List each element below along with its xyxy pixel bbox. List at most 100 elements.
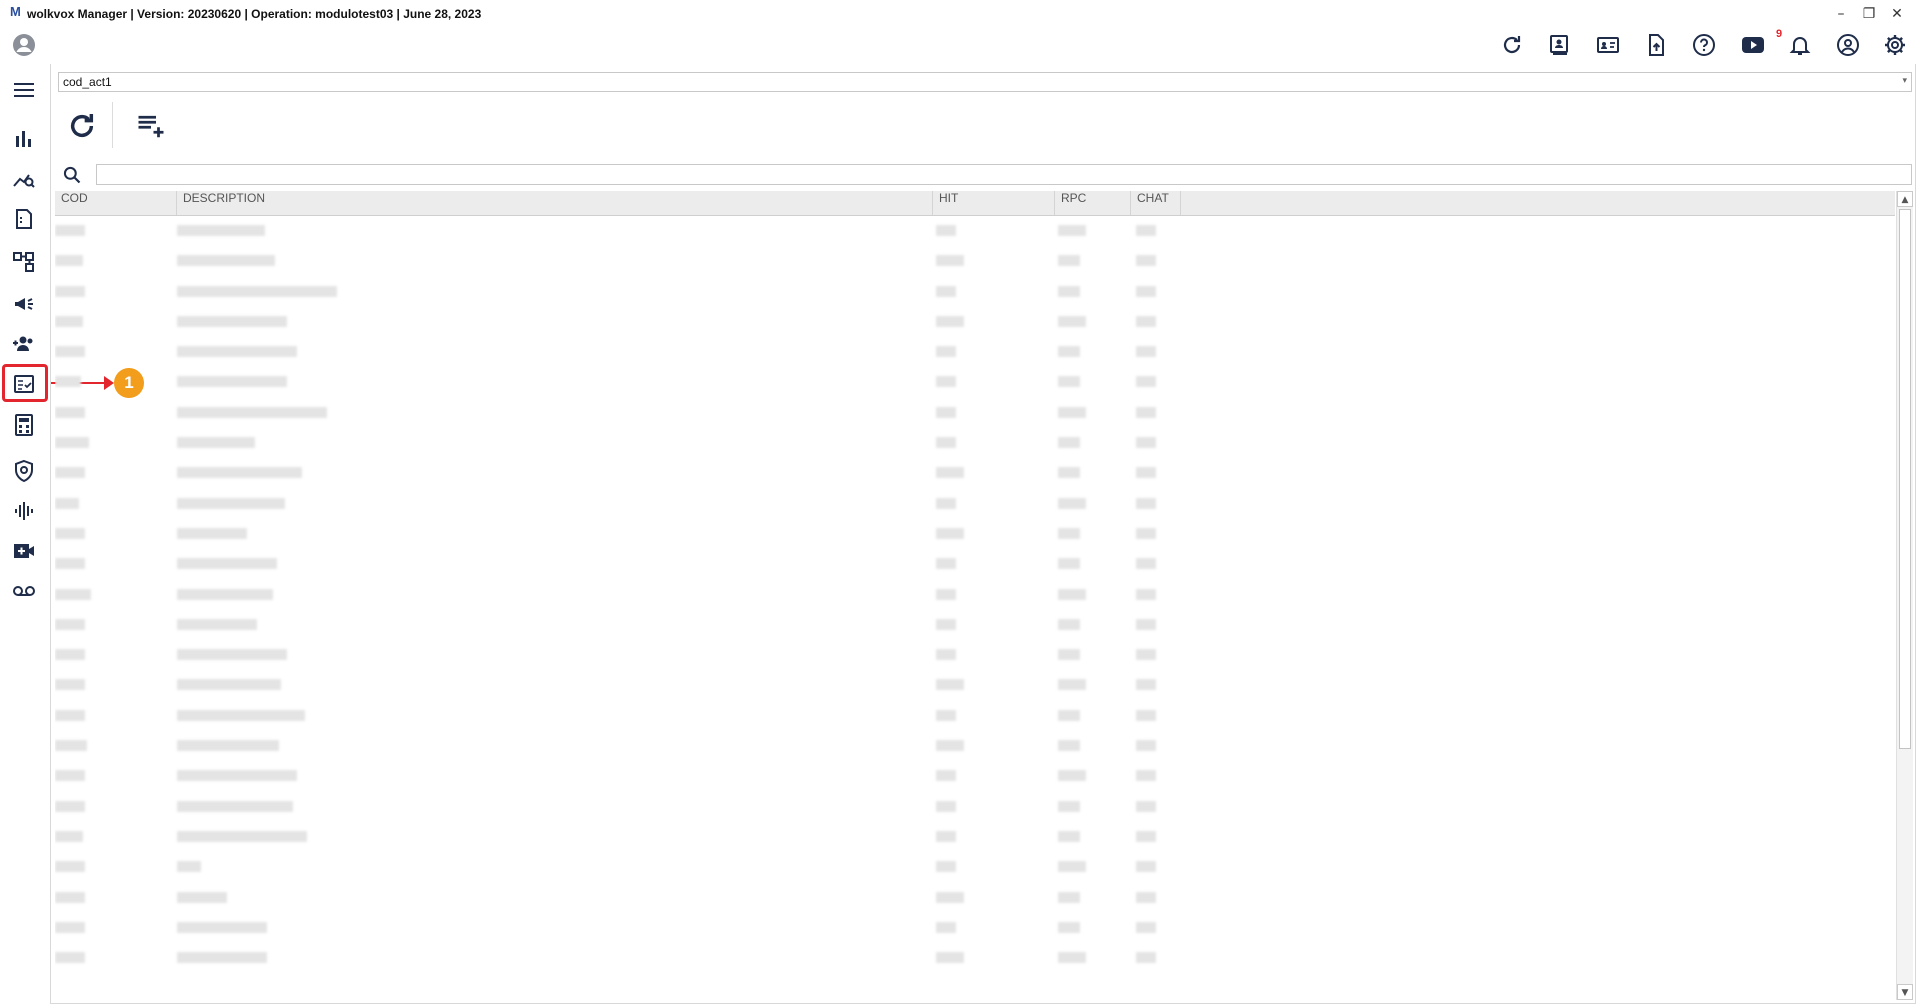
cell-chat (1136, 467, 1156, 479)
scroll-thumb[interactable] (1899, 209, 1911, 749)
account-icon[interactable] (1835, 32, 1861, 58)
cell-chat (1136, 649, 1156, 661)
cell-description (177, 285, 337, 297)
contact-book-icon[interactable] (1546, 32, 1572, 58)
cell-chat (1136, 679, 1156, 691)
table-row[interactable] (55, 761, 1895, 791)
help-icon[interactable] (1691, 32, 1717, 58)
cell-chat (1136, 800, 1156, 812)
cell-chat (1136, 225, 1156, 236)
minimize-button[interactable]: – (1830, 4, 1852, 24)
table-row[interactable] (55, 489, 1895, 519)
cell-rpc (1058, 740, 1080, 752)
cell-cod (55, 497, 79, 509)
table-row[interactable] (55, 307, 1895, 337)
table-row[interactable] (55, 610, 1895, 640)
table-row[interactable] (55, 670, 1895, 700)
gear-icon[interactable] (1882, 32, 1908, 58)
table-row[interactable] (55, 277, 1895, 307)
cell-cod (55, 225, 85, 236)
column-header-rpc[interactable]: RPC (1055, 191, 1131, 215)
scroll-down-button[interactable]: ▼ (1897, 984, 1913, 1000)
table-row[interactable] (55, 337, 1895, 367)
table-row[interactable] (55, 883, 1895, 913)
search-input[interactable] (96, 164, 1912, 185)
video-play-icon[interactable] (1740, 32, 1766, 58)
cell-cod (55, 437, 89, 449)
menu-icon[interactable] (9, 75, 39, 105)
cell-hit (936, 952, 964, 964)
audio-wave-icon[interactable] (9, 496, 39, 526)
table-row[interactable] (55, 216, 1895, 246)
table-row[interactable] (55, 549, 1895, 579)
add-group-icon[interactable] (9, 329, 39, 359)
table-header: COD DESCRIPTION HIT RPC CHAT (55, 191, 1895, 216)
cell-hit (936, 346, 956, 358)
column-header-description[interactable]: DESCRIPTION (177, 191, 933, 215)
table-row[interactable] (55, 458, 1895, 488)
cell-cod (55, 467, 85, 479)
scroll-up-button[interactable]: ▲ (1897, 191, 1913, 207)
cell-chat (1136, 770, 1156, 782)
video-add-icon[interactable] (9, 536, 39, 566)
refresh-icon[interactable] (1499, 32, 1525, 58)
reload-button[interactable] (62, 106, 102, 146)
voicemail-icon[interactable] (9, 576, 39, 606)
add-list-item-button[interactable] (131, 106, 171, 146)
table-row[interactable] (55, 852, 1895, 882)
id-card-icon[interactable] (1595, 32, 1621, 58)
cell-cod (55, 891, 85, 903)
table-row[interactable] (55, 913, 1895, 943)
table-row[interactable] (55, 580, 1895, 610)
cell-hit (936, 830, 956, 842)
window-title: wolkvox Manager | Version: 20230620 | Op… (27, 7, 482, 21)
cell-chat (1136, 558, 1156, 570)
table-row[interactable] (55, 943, 1895, 973)
chevron-down-icon[interactable]: ▾ (1902, 76, 1907, 86)
cell-rpc (1058, 285, 1080, 297)
table-row[interactable] (55, 640, 1895, 670)
cell-rpc (1058, 558, 1080, 570)
cell-description (177, 315, 287, 327)
trend-search-icon[interactable] (9, 164, 39, 194)
vertical-scrollbar[interactable]: ▲ ▼ (1896, 191, 1913, 1000)
cell-chat (1136, 952, 1156, 964)
user-avatar-icon[interactable] (9, 30, 39, 60)
cell-description (177, 558, 277, 570)
table-row[interactable] (55, 792, 1895, 822)
cell-hit (936, 740, 964, 752)
table-row[interactable] (55, 428, 1895, 458)
cell-chat (1136, 740, 1156, 752)
close-button[interactable]: ✕ (1886, 4, 1908, 24)
cell-description (177, 740, 279, 752)
calculator-icon[interactable] (9, 410, 39, 440)
megaphone-icon[interactable] (9, 289, 39, 319)
table-row[interactable] (55, 731, 1895, 761)
table-row[interactable] (55, 246, 1895, 276)
bell-icon[interactable] (1787, 32, 1813, 58)
cell-description (177, 618, 257, 630)
flow-diagram-icon[interactable] (9, 247, 39, 277)
security-shield-icon[interactable] (9, 456, 39, 486)
restore-button[interactable]: ❐ (1858, 4, 1880, 24)
cell-cod (55, 588, 91, 600)
table-row[interactable] (55, 367, 1895, 397)
table-row[interactable] (55, 519, 1895, 549)
column-header-chat[interactable]: CHAT (1131, 191, 1181, 215)
column-header-hit[interactable]: HIT (933, 191, 1055, 215)
campaign-selector[interactable]: cod_act1 ▾ (58, 72, 1912, 92)
column-header-cod[interactable]: COD (55, 191, 177, 215)
title-bar: M wolkvox Manager | Version: 20230620 | … (0, 0, 1920, 28)
table-row[interactable] (55, 701, 1895, 731)
file-upload-icon[interactable] (1643, 32, 1669, 58)
table-row[interactable] (55, 822, 1895, 852)
bar-chart-icon[interactable] (9, 124, 39, 154)
codes-table: COD DESCRIPTION HIT RPC CHAT (55, 191, 1895, 1000)
cell-rpc (1058, 618, 1080, 630)
cell-hit (936, 679, 964, 691)
report-icon[interactable] (9, 204, 39, 234)
cell-description (177, 376, 287, 388)
table-row[interactable] (55, 398, 1895, 428)
cell-rpc (1058, 830, 1080, 842)
cell-chat (1136, 588, 1156, 600)
